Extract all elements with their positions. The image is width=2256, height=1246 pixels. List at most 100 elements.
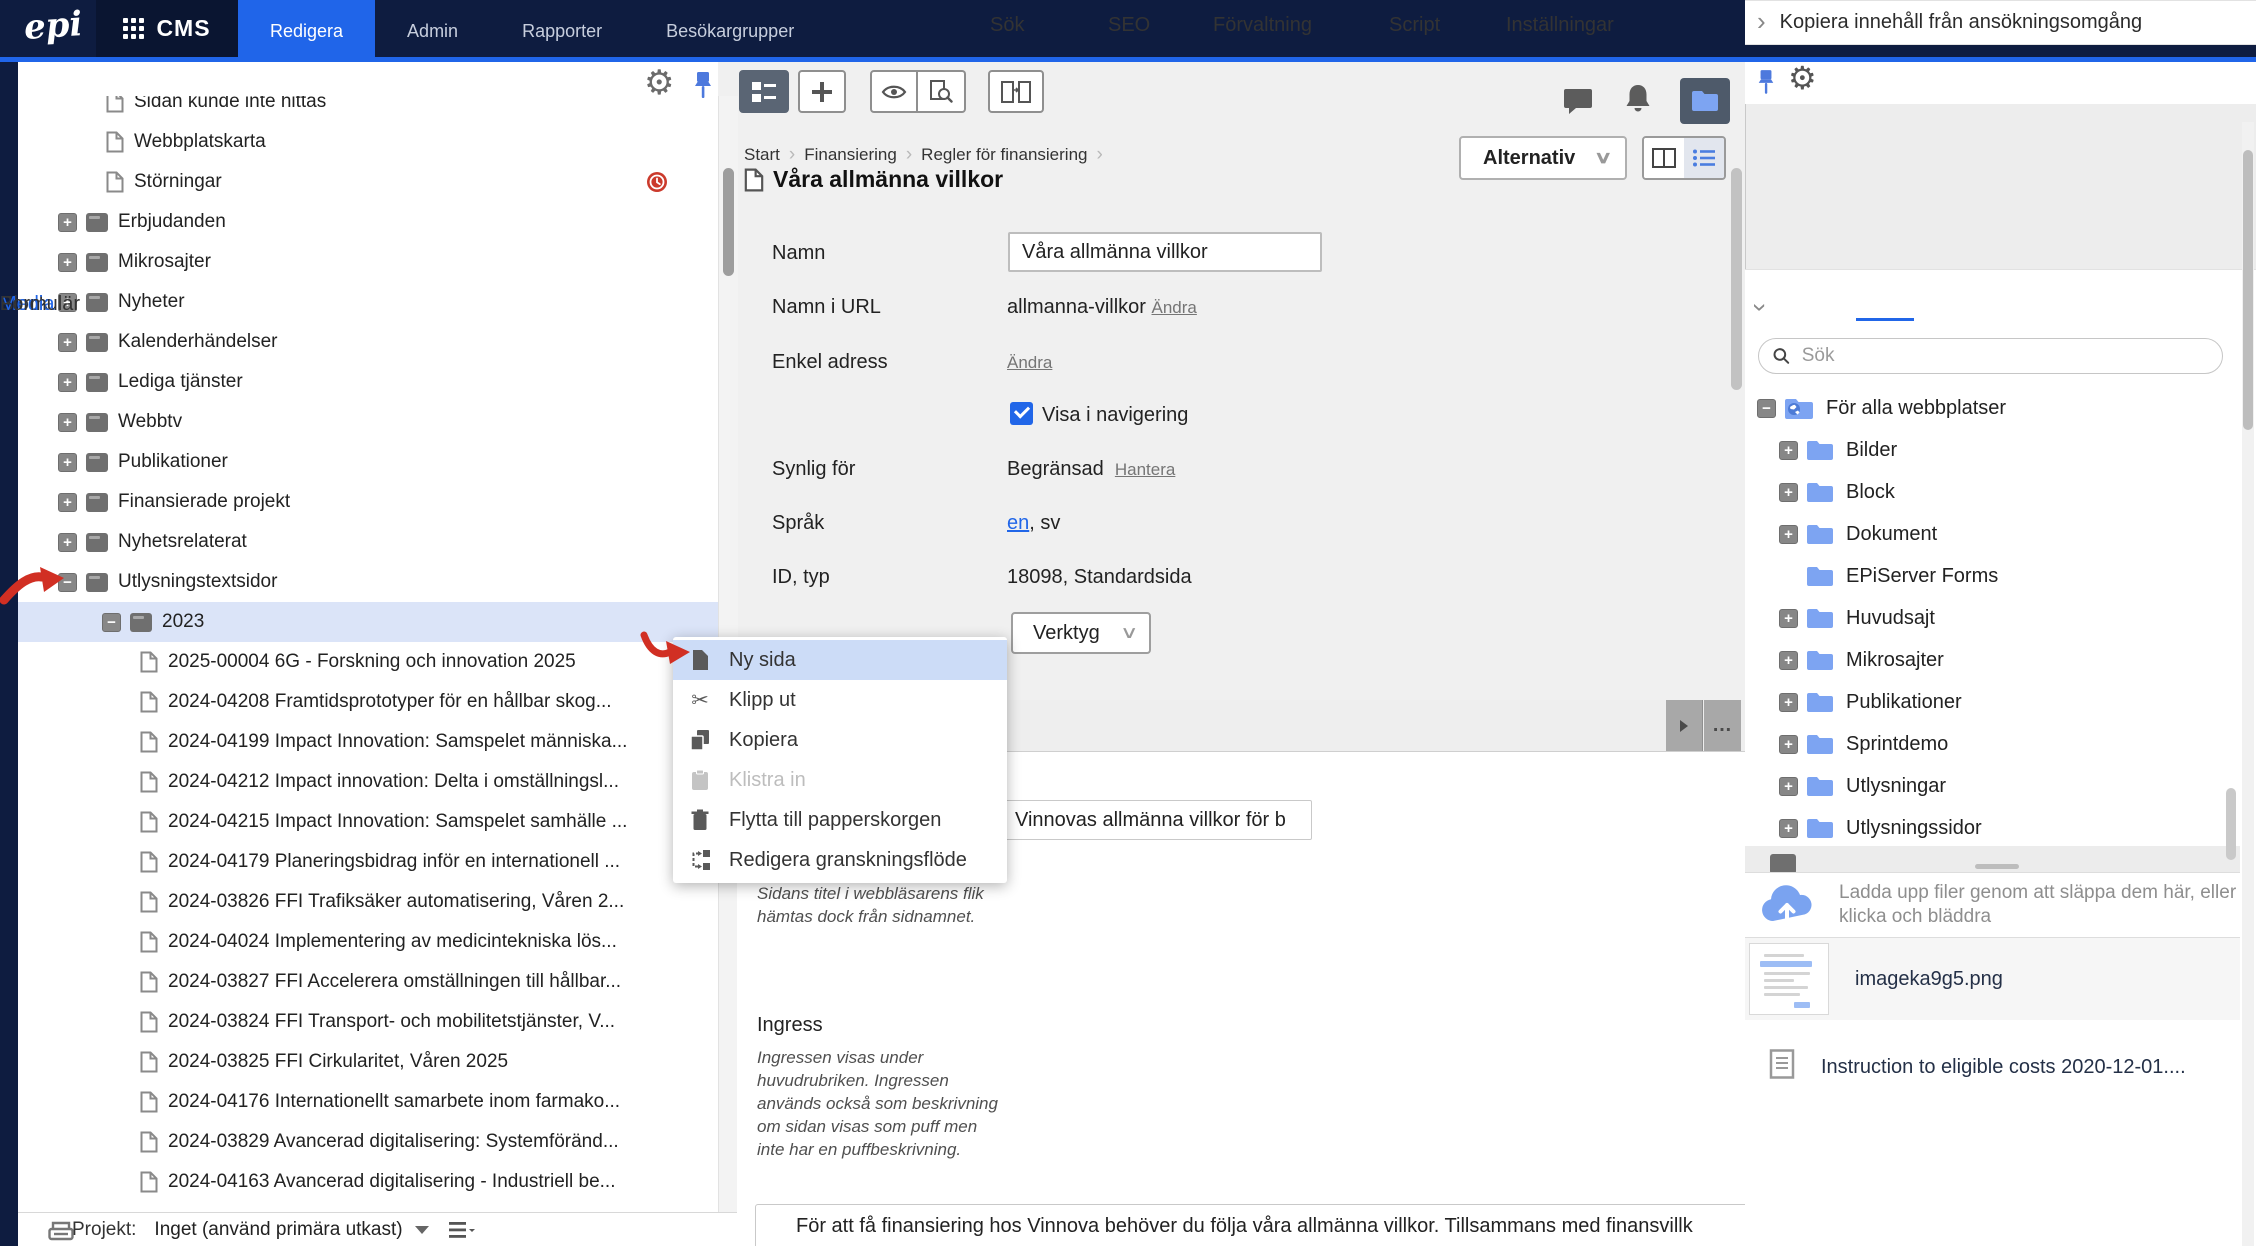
context-menu-item[interactable]: ✂ Kopiera <box>673 720 1007 760</box>
tree-row[interactable]: 2024-03827 FFI Accelerera omställningen … <box>18 962 718 1002</box>
list-options-icon[interactable] <box>448 1221 475 1239</box>
media-folder-row[interactable]: Dokument <box>1745 513 2240 555</box>
epi-logo[interactable]: epi <box>23 4 84 48</box>
upload-dropzone[interactable]: Ladda upp filer genom att släppa dem här… <box>1745 872 2240 938</box>
show-in-navigation-checkbox[interactable] <box>1010 402 1033 425</box>
context-menu-item[interactable]: ✂ Ny sida <box>673 640 1007 680</box>
tree-scrollbar-thumb[interactable] <box>723 168 734 276</box>
tree-expander[interactable] <box>1757 398 1776 418</box>
tree-row[interactable]: 2024-04212 Impact innovation: Delta i om… <box>18 762 718 802</box>
collapsed-pane-strip[interactable] <box>0 62 18 1246</box>
tab-overflow-button[interactable]: … <box>1704 700 1741 751</box>
tree-row[interactable]: 2024-03824 FFI Transport- och mobilitets… <box>18 1002 718 1042</box>
add-content-button[interactable] <box>798 70 846 113</box>
top-nav-tab[interactable]: Admin <box>375 0 490 62</box>
tree-row[interactable]: Kalenderhändelser <box>18 322 718 362</box>
context-menu-item[interactable]: ✂ Klistra in <box>673 760 1007 800</box>
ingress-textarea[interactable]: För att få finansiering hos Vinnova behö… <box>755 1204 1895 1246</box>
tree-row[interactable]: Lediga tjänster <box>18 362 718 402</box>
context-menu-item[interactable]: ✂ Klipp ut <box>673 680 1007 720</box>
media-folder-row[interactable]: EPiServer Forms <box>1745 555 2240 597</box>
tree-expander[interactable] <box>58 572 77 592</box>
media-tree-scrollbar-thumb[interactable] <box>2226 788 2236 860</box>
breadcrumb-segment[interactable]: Regler för finansiering <box>921 145 1087 165</box>
toggle-navigation-button[interactable] <box>739 70 789 113</box>
tree-row[interactable]: Publikationer <box>18 442 718 482</box>
tree-expander[interactable] <box>58 532 77 552</box>
tree-row[interactable]: Webbtv <box>18 402 718 442</box>
panel-pin-icon[interactable] <box>1756 68 1776 101</box>
language-en-link[interactable]: en <box>1007 512 1029 534</box>
media-file-row[interactable]: imageka9g5.png <box>1745 938 2240 1020</box>
tree-row[interactable]: 2023 <box>18 602 718 642</box>
tree-expander[interactable] <box>58 492 77 512</box>
panel-scrollbar-thumb[interactable] <box>2243 150 2253 430</box>
tree-expander[interactable] <box>58 412 77 432</box>
simple-address-change-link[interactable]: Ändra <box>1007 353 1052 372</box>
breadcrumb-segment[interactable]: Finansiering <box>804 145 897 165</box>
chevron-down-icon[interactable]: › <box>1745 303 1776 312</box>
context-menu-item[interactable]: ✂ Redigera granskningsflöde <box>673 840 1007 880</box>
tree-row[interactable]: 2024-04179 Planeringsbidrag inför en int… <box>18 842 718 882</box>
tree-row[interactable]: 2024-04208 Framtidsprototyper för en hål… <box>18 682 718 722</box>
media-folder-row[interactable]: Mikrosajter <box>1745 639 2240 681</box>
media-folder-row[interactable]: Utlysningar <box>1745 765 2240 807</box>
tree-row[interactable]: 2024-03826 FFI Trafiksäker automatiserin… <box>18 882 718 922</box>
options-button[interactable]: Alternativ ∨ <box>1459 136 1627 180</box>
tree-row[interactable]: 2024-04176 Internationellt samarbete ino… <box>18 1082 718 1122</box>
preview-button[interactable] <box>870 70 918 113</box>
app-launcher-icon[interactable] <box>123 18 145 39</box>
media-root-folder[interactable]: För alla webbplatser <box>1745 387 2240 429</box>
tree-row[interactable]: 2024-04199 Impact Innovation: Samspelet … <box>18 722 718 762</box>
asset-search-input[interactable] <box>1799 344 2208 368</box>
breadcrumb-segment[interactable]: Start <box>744 145 780 165</box>
comments-icon[interactable] <box>1563 88 1593 121</box>
project-caret-icon[interactable] <box>414 1226 429 1234</box>
tab-scroll-right-button[interactable] <box>1666 700 1703 751</box>
tools-button[interactable]: Verktyg ∨ <box>1011 612 1151 654</box>
content-tab[interactable]: Script <box>1389 14 1440 37</box>
tree-expander[interactable] <box>102 612 121 632</box>
manage-visibility-link[interactable]: Hantera <box>1115 460 1175 479</box>
pane-resize-handle[interactable] <box>1975 864 2019 869</box>
media-folder-row[interactable]: Huvudsajt <box>1745 597 2240 639</box>
panel-gear-icon[interactable]: ⚙ <box>1788 62 1817 94</box>
tree-expander[interactable] <box>1779 818 1798 838</box>
project-selector[interactable]: Inget (använd primära utkast) <box>154 1219 402 1241</box>
tree-row[interactable]: Störningar <box>18 162 718 202</box>
tree-row[interactable]: 2024-04024 Implementering av medicintekn… <box>18 922 718 962</box>
url-change-link[interactable]: Ändra <box>1152 298 1197 317</box>
name-input[interactable] <box>1008 232 1322 272</box>
context-menu-item[interactable]: ✂ Flytta till papperskorgen <box>673 800 1007 840</box>
tree-expander[interactable] <box>1779 734 1798 754</box>
tree-expander[interactable] <box>58 332 77 352</box>
tree-expander[interactable] <box>58 252 77 272</box>
tree-row[interactable]: Finansierade projekt <box>18 482 718 522</box>
panel-scrollbar[interactable] <box>2242 122 2254 1246</box>
tree-row[interactable]: 2024-04215 Impact Innovation: Samspelet … <box>18 802 718 842</box>
assets-pane-toggle-button[interactable] <box>1680 78 1730 124</box>
top-nav-tab[interactable]: Besökargrupper <box>634 0 826 62</box>
tree-settings-gear-icon[interactable]: ⚙ <box>644 66 674 100</box>
media-folder-row[interactable]: Block <box>1745 471 2240 513</box>
asset-tab[interactable]: Formulär <box>0 293 80 316</box>
tree-row[interactable]: 2024-03825 FFI Cirkularitet, Våren 2025 <box>18 1042 718 1082</box>
content-tab[interactable]: Förvaltning <box>1213 14 1312 37</box>
compare-versions-button[interactable] <box>988 70 1044 113</box>
media-file-row[interactable]: Instruction to eligible costs 2020-12-01… <box>1745 1038 2240 1096</box>
media-folder-row[interactable]: Sprintdemo <box>1745 723 2240 765</box>
tree-row[interactable]: 2025-00004 6G - Forskning och innovation… <box>18 642 718 682</box>
tree-expander[interactable] <box>1779 650 1798 670</box>
page-heading-input[interactable] <box>1002 800 1312 840</box>
content-tab[interactable]: Inställningar <box>1506 14 1614 37</box>
preview-options-button[interactable] <box>918 70 966 113</box>
tree-row[interactable]: Utlysningstextsidor <box>18 562 718 602</box>
tree-row[interactable]: 2024-04163 Avancerad digitalisering - In… <box>18 1162 718 1202</box>
panel-accordion-section[interactable]: › Kopiera innehåll från ansökningsomgång <box>1745 0 2256 45</box>
tree-row[interactable]: Webbplatskarta <box>18 122 718 162</box>
tree-expander[interactable] <box>1779 524 1798 544</box>
list-view-button[interactable] <box>1684 138 1724 178</box>
tree-row[interactable]: Nyhetsrelaterat <box>18 522 718 562</box>
tree-expander[interactable] <box>58 372 77 392</box>
tree-row[interactable]: Sidan kunde inte hittas <box>18 96 718 122</box>
